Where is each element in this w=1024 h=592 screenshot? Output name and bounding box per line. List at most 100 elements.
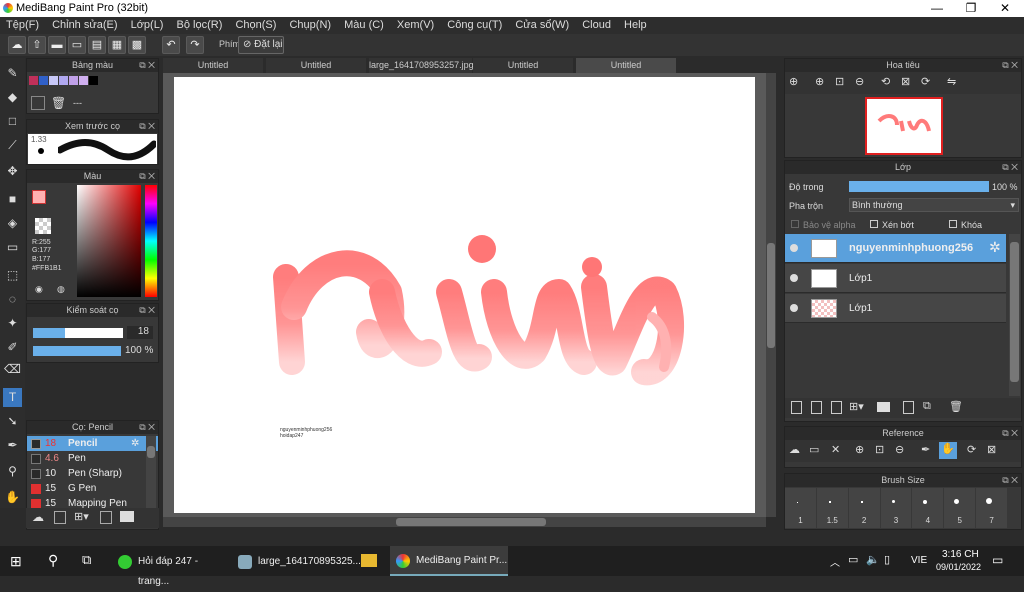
- size-cell[interactable]: 5: [944, 488, 976, 528]
- palette-swatch[interactable]: [49, 76, 58, 85]
- fit-window-icon[interactable]: ⊠: [901, 75, 910, 88]
- saturation-value-picker[interactable]: [77, 185, 141, 297]
- rotate-right-icon[interactable]: ⟳: [921, 75, 930, 88]
- open-folder-icon[interactable]: ▭: [809, 443, 819, 456]
- protect-alpha-checkbox[interactable]: [791, 220, 799, 228]
- eye-icon[interactable]: [790, 274, 798, 282]
- chevron-up-icon[interactable]: ︿: [830, 554, 840, 569]
- rectangle-tool-icon[interactable]: □: [3, 112, 22, 131]
- zoom-out-icon[interactable]: ⊖: [855, 75, 864, 88]
- lasso-tool-icon[interactable]: ◌: [3, 290, 22, 309]
- gear-icon[interactable]: ✲: [131, 436, 139, 451]
- file-explorer-icon[interactable]: [361, 554, 377, 567]
- trash-icon[interactable]: 🗑: [51, 96, 66, 110]
- clip-checkbox[interactable]: [870, 220, 878, 228]
- taskbar-item-medibang[interactable]: MediBang Paint Pr...: [390, 546, 508, 576]
- new-layer-icon[interactable]: [791, 401, 802, 414]
- eyedropper-tool-icon[interactable]: ✒: [3, 436, 22, 455]
- menu-color[interactable]: Màu (C): [340, 17, 388, 34]
- text-tool-icon[interactable]: T: [3, 388, 22, 407]
- rotate-icon[interactable]: ⟳: [967, 443, 976, 456]
- layer-item-1[interactable]: Lớp1: [785, 264, 1006, 293]
- layer-opacity-slider[interactable]: [849, 181, 989, 192]
- document-icon[interactable]: ▤: [88, 36, 106, 54]
- palette-swatch[interactable]: [89, 76, 98, 85]
- folder-icon[interactable]: [120, 511, 134, 522]
- move-tool-icon[interactable]: ✥: [3, 162, 22, 181]
- menu-window[interactable]: Cửa sổ(W): [511, 17, 573, 34]
- actual-size-icon[interactable]: ⊡: [835, 75, 844, 88]
- brush-list-scrollbar[interactable]: [146, 436, 156, 508]
- cloud-icon[interactable]: ☁: [8, 36, 26, 54]
- menu-capture[interactable]: Chụp(N): [285, 17, 335, 34]
- hand-icon[interactable]: ✋: [939, 442, 957, 459]
- close-icon[interactable]: ⧉ ✕: [1002, 161, 1018, 174]
- merge-layer-icon[interactable]: ⧉: [923, 400, 931, 413]
- minimize-button[interactable]: —: [920, 0, 954, 17]
- menu-select[interactable]: Chọn(S): [231, 17, 280, 34]
- layer-scrollbar[interactable]: [1009, 234, 1020, 396]
- redo-icon[interactable]: ↷: [186, 36, 204, 54]
- dropper-icon[interactable]: ✒: [921, 443, 930, 456]
- size-cell[interactable]: 3: [880, 488, 912, 528]
- close-reference-icon[interactable]: ✕: [831, 443, 840, 456]
- new-palette-icon[interactable]: [31, 96, 45, 110]
- close-icon[interactable]: ⧉ ✕: [139, 59, 155, 72]
- new-brush-icon[interactable]: [54, 511, 66, 524]
- folder-icon[interactable]: [877, 402, 890, 412]
- fill-shape-tool-icon[interactable]: ■: [3, 190, 22, 209]
- close-icon[interactable]: ⧉ ✕: [1002, 427, 1018, 440]
- eraser-tool-icon[interactable]: ◆: [3, 88, 22, 107]
- network-icon[interactable]: ▭: [848, 553, 858, 566]
- bucket-tool-icon[interactable]: ◈: [3, 214, 22, 233]
- menu-file[interactable]: Tệp(F): [2, 17, 43, 34]
- brush-size-value[interactable]: 18: [127, 326, 153, 339]
- canvas-vertical-scrollbar[interactable]: [766, 73, 776, 517]
- dropper-tool-icon[interactable]: ⚲: [3, 462, 22, 481]
- lock-checkbox[interactable]: [949, 220, 957, 228]
- brush-size-slider[interactable]: [33, 328, 123, 338]
- flip-icon[interactable]: ⇋: [947, 75, 956, 88]
- close-icon[interactable]: ⧉ ✕: [139, 304, 155, 317]
- task-view-icon[interactable]: ⧉: [82, 552, 91, 568]
- cloud-reference-icon[interactable]: ☁: [789, 443, 800, 456]
- battery-icon[interactable]: ▯: [884, 553, 890, 566]
- notification-icon[interactable]: ▭: [992, 553, 1003, 567]
- cloud-brush-icon[interactable]: ☁: [32, 510, 44, 524]
- brush-item-g-pen[interactable]: 15 G Pen: [27, 481, 158, 496]
- size-cell[interactable]: 1.5: [816, 488, 848, 528]
- zoom-out-icon[interactable]: ⊖: [895, 443, 904, 456]
- gear-icon[interactable]: ✲: [989, 239, 1001, 256]
- grid-icon[interactable]: ▦: [108, 36, 126, 54]
- reset-button[interactable]: ⊘ Đặt lại: [238, 36, 284, 54]
- menu-tools[interactable]: Công cụ(T): [443, 17, 506, 34]
- tab-untitled-3[interactable]: Untitled: [473, 58, 573, 73]
- add-layer-menu-icon[interactable]: ⊞▾: [849, 400, 864, 413]
- zoom-in-icon[interactable]: ⊕: [855, 443, 864, 456]
- new-1bit-layer-icon[interactable]: [831, 401, 842, 414]
- operation-tool-icon[interactable]: ➘: [3, 412, 22, 431]
- copy-brush-icon[interactable]: [100, 511, 112, 524]
- line-tool-icon[interactable]: ⟋: [3, 136, 22, 155]
- close-icon[interactable]: ⧉ ✕: [139, 421, 155, 434]
- language-indicator[interactable]: VIE: [911, 555, 927, 566]
- select-pen-tool-icon[interactable]: ✐: [3, 338, 22, 357]
- menu-cloud[interactable]: Cloud: [578, 17, 615, 34]
- tab-untitled-active[interactable]: Untitled: [576, 58, 676, 73]
- gradient-tool-icon[interactable]: ▭: [3, 238, 22, 257]
- tab-untitled-2[interactable]: Untitled: [266, 58, 366, 73]
- close-icon[interactable]: ⧉ ✕: [139, 120, 155, 133]
- palette-swatch[interactable]: [39, 76, 48, 85]
- size-cell[interactable]: 1: [785, 488, 816, 528]
- size-cell[interactable]: 4: [912, 488, 944, 528]
- primary-color-swatch[interactable]: [32, 190, 46, 204]
- color-wheel-icon[interactable]: ◉: [35, 284, 43, 295]
- maximize-button[interactable]: ❐: [954, 0, 988, 17]
- color-mix-icon[interactable]: ◍: [57, 284, 65, 295]
- menu-edit[interactable]: Chỉnh sửa(E): [48, 17, 121, 34]
- select-eraser-tool-icon[interactable]: ⌫: [3, 360, 22, 379]
- brush-item-pen[interactable]: 4.6 Pen: [27, 451, 158, 466]
- brush-item-pencil[interactable]: 18 Pencil ✲: [27, 436, 158, 451]
- brush-opacity-slider[interactable]: [33, 346, 121, 356]
- hue-slider[interactable]: [145, 185, 157, 297]
